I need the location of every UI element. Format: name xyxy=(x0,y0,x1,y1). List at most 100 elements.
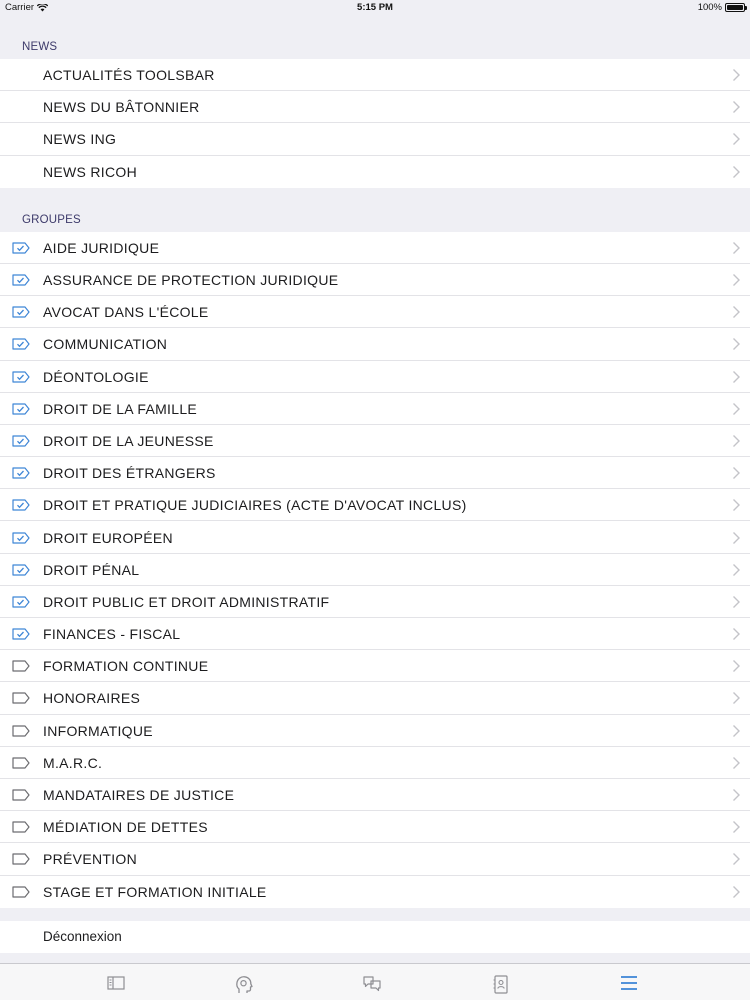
tag-checked-icon xyxy=(12,242,30,254)
chevron-right-icon xyxy=(733,69,740,82)
group-item[interactable]: DROIT DES ÉTRANGERS xyxy=(0,457,750,490)
chevron-right-icon xyxy=(733,434,740,447)
group-item[interactable]: FORMATION CONTINUE xyxy=(0,650,750,683)
status-bar: Carrier 5:15 PM 100% xyxy=(0,0,750,15)
group-item-label: DROIT ET PRATIQUE JUDICIAIRES (ACTE D'AV… xyxy=(43,497,467,514)
news-item-label: NEWS DU BÂTONNIER xyxy=(43,99,200,116)
chevron-right-icon xyxy=(733,101,740,114)
chevron-right-icon xyxy=(733,467,740,480)
tag-icon xyxy=(12,725,30,737)
news-group: ACTUALITÉS TOOLSBAR NEWS DU BÂTONNIER NEWS… xyxy=(0,59,750,188)
chevron-right-icon xyxy=(733,165,740,178)
chat-bubbles-icon xyxy=(363,976,381,992)
group-item[interactable]: MÉDIATION DE DETTES xyxy=(0,811,750,844)
chevron-right-icon xyxy=(733,853,740,866)
group-item-label: FINANCES - FISCAL xyxy=(43,626,181,643)
group-item[interactable]: FINANCES - FISCAL xyxy=(0,618,750,651)
group-item[interactable]: PRÉVENTION xyxy=(0,843,750,876)
chevron-right-icon xyxy=(733,338,740,351)
tag-checked-icon xyxy=(12,338,30,351)
group-item[interactable]: DROIT ET PRATIQUE JUDICIAIRES (ACTE D'AV… xyxy=(0,489,750,522)
group-item[interactable]: HONORAIRES xyxy=(0,682,750,715)
chevron-right-icon xyxy=(733,789,740,802)
group-item[interactable]: DROIT EUROPÉEN xyxy=(0,521,750,554)
tag-icon xyxy=(12,885,30,898)
section-header-news: NEWS xyxy=(22,41,58,53)
chevron-right-icon xyxy=(733,692,740,705)
group-item[interactable]: DROIT PÉNAL xyxy=(0,554,750,587)
tab-chat[interactable] xyxy=(360,975,384,995)
group-item[interactable]: DROIT DE LA FAMILLE xyxy=(0,393,750,426)
tag-icon xyxy=(12,660,30,672)
news-item-label: NEWS RICOH xyxy=(43,163,137,180)
group-item[interactable]: INFORMATIQUE xyxy=(0,715,750,747)
group-item-label: DÉONTOLOGIE xyxy=(43,368,149,385)
tab-menu[interactable] xyxy=(617,975,641,995)
group-item-label: MANDATAIRES DE JUSTICE xyxy=(43,787,235,804)
chevron-right-icon xyxy=(733,660,740,673)
book-icon xyxy=(107,976,125,990)
group-item[interactable]: DROIT PUBLIC ET DROIT ADMINISTRATIF xyxy=(0,586,750,619)
tag-checked-icon xyxy=(12,467,30,479)
chevron-right-icon xyxy=(733,499,740,512)
group-item-label: INFORMATIQUE xyxy=(43,722,153,739)
tag-checked-icon xyxy=(12,499,30,511)
group-item[interactable]: DÉONTOLOGIE xyxy=(0,361,750,393)
group-item-label: DROIT EUROPÉEN xyxy=(43,529,173,546)
tag-checked-icon xyxy=(12,435,30,447)
news-item-label: ACTUALITÉS TOOLSBAR xyxy=(43,67,215,84)
contacts-icon xyxy=(493,975,508,994)
group-item[interactable]: MANDATAIRES DE JUSTICE xyxy=(0,779,750,812)
logout-group: Déconnexion xyxy=(0,920,750,953)
tab-contacts[interactable] xyxy=(489,975,513,995)
group-item[interactable]: AIDE JURIDIQUE xyxy=(0,232,750,265)
group-item-label: STAGE ET FORMATION INITIALE xyxy=(43,883,267,900)
chevron-right-icon xyxy=(733,241,740,254)
logout-label: Déconnexion xyxy=(43,929,122,945)
tag-checked-icon xyxy=(12,306,30,318)
group-item[interactable]: STAGE ET FORMATION INITIALE xyxy=(0,876,750,908)
battery-icon xyxy=(725,3,747,12)
group-item[interactable]: AVOCAT DANS L'ÉCOLE xyxy=(0,296,750,329)
battery-info: 100% xyxy=(698,2,747,13)
chevron-right-icon xyxy=(733,531,740,544)
group-item-label: FORMATION CONTINUE xyxy=(43,658,209,675)
tag-icon xyxy=(12,853,30,866)
group-item[interactable]: M.A.R.C. xyxy=(0,747,750,780)
tag-icon xyxy=(12,692,30,705)
chevron-right-icon xyxy=(733,885,740,898)
chevron-right-icon xyxy=(733,370,740,383)
tag-icon xyxy=(12,821,30,833)
chevron-right-icon xyxy=(733,133,740,146)
groups-group: AIDE JURIDIQUE ASSURANCE DE PROTECTION JU… xyxy=(0,231,750,908)
group-item-label: DROIT PÉNAL xyxy=(43,561,140,578)
news-item-label: NEWS ING xyxy=(43,131,117,148)
news-item[interactable]: ACTUALITÉS TOOLSBAR xyxy=(0,59,750,92)
section-header-groupes: GROUPES xyxy=(22,213,81,226)
tab-profile[interactable] xyxy=(232,975,256,995)
group-item-label: MÉDIATION DE DETTES xyxy=(43,819,208,836)
group-item-label: DROIT DE LA FAMILLE xyxy=(43,400,198,417)
logout-button[interactable]: Déconnexion xyxy=(0,921,750,953)
group-item[interactable]: COMMUNICATION xyxy=(0,328,750,361)
settings-list[interactable]: NEWS ACTUALITÉS TOOLSBAR NEWS DU BÂTONNIE… xyxy=(0,15,750,963)
news-item[interactable]: NEWS RICOH xyxy=(0,156,750,188)
group-item-label: DROIT DES ÉTRANGERS xyxy=(43,465,216,482)
tag-checked-icon xyxy=(12,370,30,383)
group-item[interactable]: DROIT DE LA JEUNESSE xyxy=(0,425,750,458)
group-item[interactable]: ASSURANCE DE PROTECTION JURIDIQUE xyxy=(0,264,750,297)
tab-book[interactable] xyxy=(104,975,128,995)
tag-checked-icon xyxy=(12,403,30,415)
chevron-right-icon xyxy=(733,628,740,641)
chevron-right-icon xyxy=(733,756,740,769)
chevron-right-icon xyxy=(733,306,740,319)
news-item[interactable]: NEWS ING xyxy=(0,123,750,156)
tag-checked-icon xyxy=(12,596,30,608)
tag-checked-icon xyxy=(12,531,30,544)
news-item[interactable]: NEWS DU BÂTONNIER xyxy=(0,91,750,124)
chevron-right-icon xyxy=(733,821,740,834)
group-item-label: AIDE JURIDIQUE xyxy=(43,239,160,256)
chevron-right-icon xyxy=(733,274,740,287)
tag-checked-icon xyxy=(12,564,30,576)
